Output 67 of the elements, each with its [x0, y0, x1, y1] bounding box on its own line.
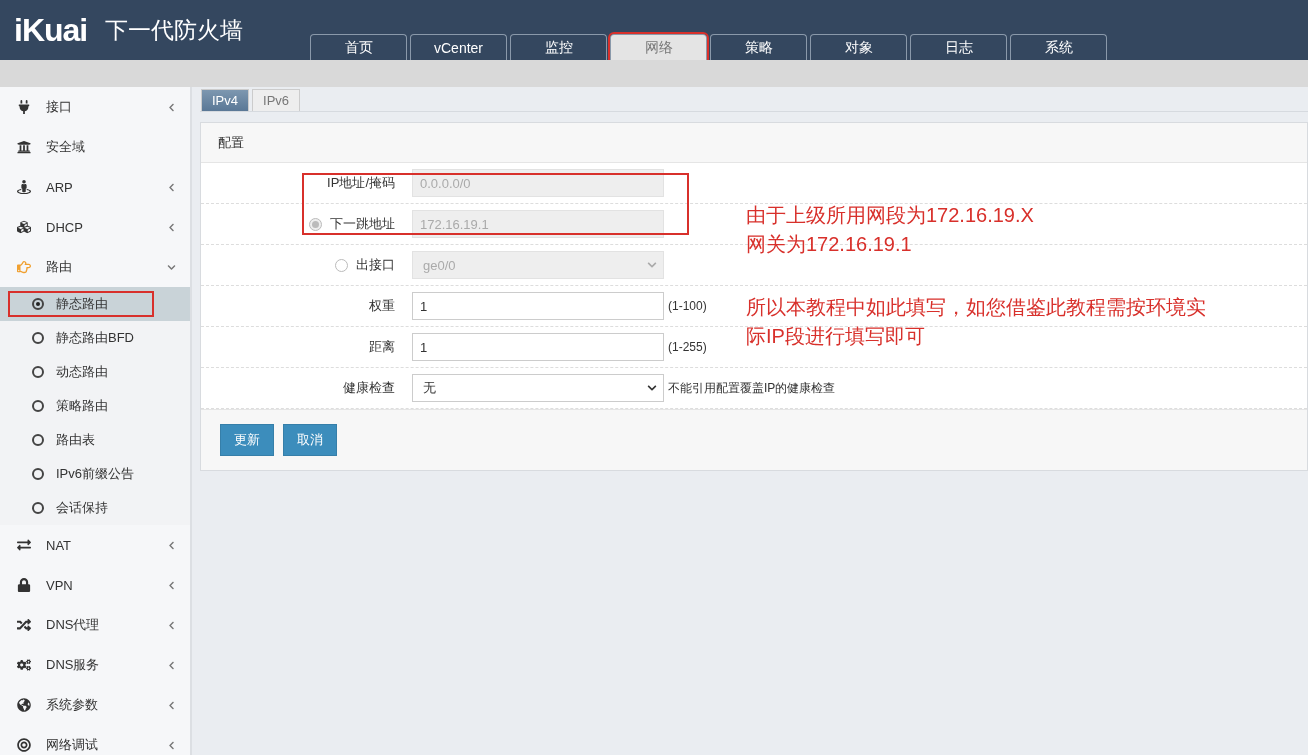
select-field[interactable]: 无 [412, 374, 664, 402]
submenu-item[interactable]: 策略路由 [0, 389, 190, 423]
form-button[interactable]: 更新 [220, 424, 274, 456]
nav-tab[interactable]: 系统 [1010, 34, 1107, 60]
logo: iKuai [14, 12, 88, 49]
radio-icon [32, 468, 44, 480]
sidebar-item[interactable]: 安全域 [0, 127, 190, 167]
panel-title: 配置 [218, 133, 244, 152]
sidebar-item[interactable]: DHCP [0, 207, 190, 247]
sidebar-item[interactable]: DNS服务 [0, 645, 190, 685]
field-label: 权重 [369, 297, 395, 315]
radio-icon [32, 366, 44, 378]
caret-icon [647, 260, 657, 270]
menu-icon [16, 180, 32, 194]
field-hint: (1-255) [668, 340, 707, 354]
input-field[interactable]: 1 [412, 333, 664, 361]
sidebar-item[interactable]: ARP [0, 167, 190, 207]
field-label: IP地址/掩码 [327, 174, 395, 192]
nav-tab[interactable]: 对象 [810, 34, 907, 60]
radio-icon [32, 298, 44, 310]
field-label: 下一跳地址 [330, 215, 395, 233]
caret-icon [647, 383, 657, 393]
submenu-item[interactable]: 会话保持 [0, 491, 190, 525]
submenu-item[interactable]: 静态路由BFD [0, 321, 190, 355]
menu-icon [16, 538, 32, 552]
menu-icon [16, 698, 32, 712]
field-label: 出接口 [356, 256, 395, 274]
annotation-text: 由于上级所用网段为172.16.19.X 网关为172.16.19.1 [746, 203, 1035, 257]
submenu-item[interactable]: 静态路由 [0, 287, 190, 321]
sub-tab[interactable]: IPv4 [201, 89, 249, 111]
radio-icon [32, 332, 44, 344]
nav-tab[interactable]: 监控 [510, 34, 607, 60]
sidebar-item[interactable]: 系统参数 [0, 685, 190, 725]
field-label: 健康检查 [343, 379, 395, 397]
menu-icon [16, 260, 32, 274]
field-hint: 不能引用配置覆盖IP的健康检查 [668, 379, 836, 397]
submenu-item[interactable]: 动态路由 [0, 355, 190, 389]
nav-tab[interactable]: 日志 [910, 34, 1007, 60]
sidebar-item[interactable]: VPN [0, 565, 190, 605]
radio-icon [32, 400, 44, 412]
nav-tab[interactable]: vCenter [410, 34, 507, 60]
menu-icon [16, 738, 32, 752]
submenu-item[interactable]: IPv6前缀公告 [0, 457, 190, 491]
sidebar-item[interactable]: DNS代理 [0, 605, 190, 645]
radio-icon [32, 434, 44, 446]
annotation-text: 所以本教程中如此填写，如您借鉴此教程需按环境实 际IP段进行填写即可 [746, 295, 1206, 349]
input-field[interactable]: 1 [412, 292, 664, 320]
menu-icon [16, 220, 32, 234]
nav-tab[interactable]: 策略 [710, 34, 807, 60]
nav-tab[interactable]: 网络 [610, 34, 707, 60]
submenu-item[interactable]: 路由表 [0, 423, 190, 457]
sidebar-item[interactable]: 接口 [0, 87, 190, 127]
form-button[interactable]: 取消 [283, 424, 337, 456]
sidebar-item[interactable]: 路由 [0, 247, 190, 287]
menu-icon [16, 658, 32, 672]
field-hint: (1-100) [668, 299, 707, 313]
radio-icon [32, 502, 44, 514]
product-title: 下一代防火墙 [105, 16, 244, 45]
menu-icon [16, 140, 32, 154]
sidebar-item[interactable]: 网络调试 [0, 725, 190, 755]
menu-icon [16, 100, 32, 114]
menu-icon [16, 578, 32, 592]
menu-icon [16, 618, 32, 632]
sidebar-item[interactable]: NAT [0, 525, 190, 565]
field-label: 距离 [369, 338, 395, 356]
sub-tab[interactable]: IPv6 [252, 89, 301, 111]
nav-tab[interactable]: 首页 [310, 34, 407, 60]
